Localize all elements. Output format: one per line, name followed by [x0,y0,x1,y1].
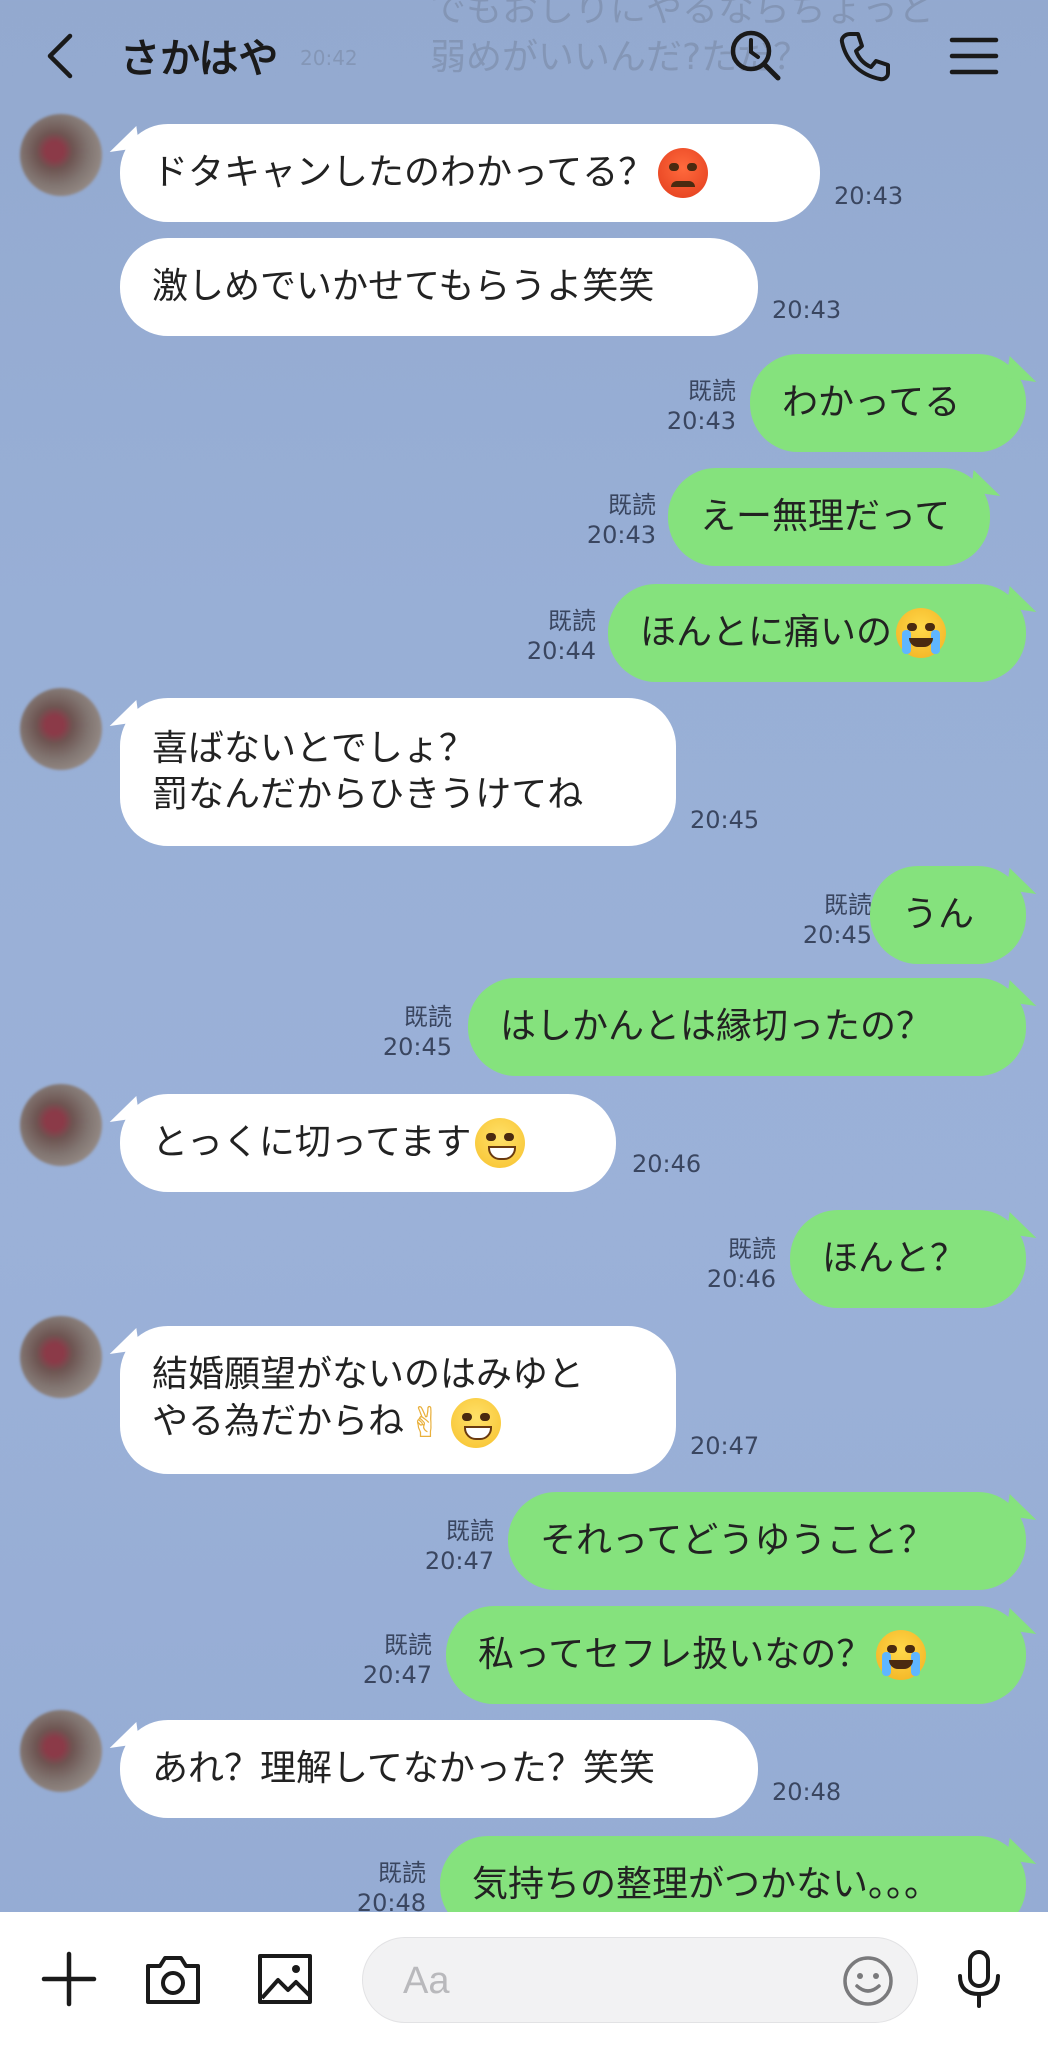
message-time: 20:45 [690,806,760,834]
chat-title: さかはや [120,36,279,82]
message-time: 20:43 [666,407,736,435]
outgoing-message[interactable]: 私ってセフレ扱いなの？ [446,1606,1026,1704]
message-time: 20:45 [802,921,872,949]
incoming-message[interactable]: 激しめでいかせてもらうよ笑笑 [120,238,758,336]
outgoing-message[interactable]: うん [870,866,1026,964]
message-meta: 既読 20:47 [398,1516,494,1576]
menu-button[interactable] [944,26,1004,86]
message-text: あれ？理解してなかった？笑笑 [152,1748,655,1789]
message-time: 20:43 [834,182,904,210]
message-input-box[interactable] [362,1937,918,2023]
voice-button[interactable] [948,1948,1010,2010]
add-button[interactable] [38,1948,100,2010]
plus-icon [41,1951,97,2007]
emoji-button[interactable] [841,1954,895,2008]
contact-avatar[interactable] [20,1084,102,1166]
message-text: えー無理だって [700,496,951,537]
message-input-bar [0,1912,1048,2048]
message-time: 20:43 [772,296,842,324]
phone-icon [839,32,890,82]
message-time: 20:43 [586,521,656,549]
contact-avatar[interactable] [20,1316,102,1398]
message-text-line2: やる為だからね [152,1401,405,1442]
outgoing-message[interactable]: ほんと？ [790,1210,1026,1308]
message-text-line1: 喜ばないとでしょ？ [152,728,475,769]
message-time: 20:45 [382,1033,452,1061]
message-text: 気持ちの整理がつかない。。。 [472,1864,941,1905]
grinning-face-icon [451,1398,502,1448]
message-time: 20:47 [424,1547,494,1575]
emoji-smiley-icon [843,1956,893,2006]
read-receipt: 既読 [378,1859,426,1887]
message-meta: 既読 20:46 [680,1234,776,1294]
message-meta: 既読 20:43 [640,376,736,436]
incoming-message[interactable]: ドタキャンしたのわかってる？ [120,124,820,222]
message-text: ドタキャンしたのわかってる？ [152,152,655,193]
back-button[interactable] [38,30,86,82]
incoming-message[interactable]: とっくに切ってます [120,1094,616,1192]
message-text: ほんと？ [822,1238,967,1279]
outgoing-message[interactable]: それってどうゆうこと？ [508,1492,1026,1590]
message-text: うん [902,894,975,935]
message-time: 20:46 [632,1150,702,1178]
incoming-message[interactable]: あれ？理解してなかった？笑笑 [120,1720,758,1818]
message-meta: 既読 20:43 [560,490,656,550]
message-time: 20:48 [772,1778,842,1806]
read-receipt: 既読 [384,1631,432,1659]
message-meta: 既読 20:44 [500,606,596,666]
grinning-face-icon [475,1118,526,1168]
chat-header: さかはや [0,0,1048,112]
hamburger-menu-icon [949,37,999,75]
camera-icon [146,1956,200,2004]
angry-face-icon [658,148,709,198]
outgoing-message[interactable]: はしかんとは縁切ったの？ [468,978,1026,1076]
message-text: ほんとに痛いの [640,612,893,653]
read-receipt: 既読 [404,1003,452,1031]
message-time: 20:47 [690,1432,760,1460]
message-text: 私ってセフレ扱いなの？ [478,1634,873,1675]
message-time: 20:44 [526,637,596,665]
outgoing-message[interactable]: わかってる [750,354,1026,452]
read-receipt: 既読 [728,1235,776,1263]
back-arrow-icon [47,33,73,79]
crying-face-icon [876,1630,927,1680]
contact-avatar[interactable] [20,114,102,196]
message-text: はしかんとは縁切ったの？ [500,1006,933,1047]
message-text-line2: 罰なんだからひきうけてね [152,774,584,815]
microphone-icon [958,1950,1000,2008]
search-button[interactable] [726,26,786,86]
search-icon [730,30,781,81]
message-time: 20:46 [706,1265,776,1293]
message-meta: 既読 20:48 [330,1858,426,1918]
read-receipt: 既読 [446,1517,494,1545]
message-text-line1: 結婚願望がないのはみゆと [152,1354,585,1395]
read-receipt: 既読 [608,491,656,519]
victory-hand-icon: ✌ [408,1398,444,1447]
image-icon [258,1954,312,2004]
camera-button[interactable] [142,1948,204,2010]
message-text: とっくに切ってます [152,1122,472,1163]
read-receipt: 既読 [824,891,872,919]
message-time: 20:47 [362,1661,432,1689]
outgoing-message[interactable]: えー無理だって [668,468,990,566]
crying-face-icon [896,608,947,658]
message-input[interactable] [401,1954,805,2008]
call-button[interactable] [834,26,894,86]
contact-avatar[interactable] [20,688,102,770]
message-text: わかってる [782,382,961,423]
message-meta: 既読 20:45 [356,1002,452,1062]
incoming-message[interactable]: 喜ばないとでしょ？ 罰なんだからひきうけてね [120,698,676,846]
message-text: 激しめでいかせてもらうよ笑笑 [152,266,655,307]
contact-avatar[interactable] [20,1710,102,1792]
incoming-message[interactable]: 結婚願望がないのはみゆと やる為だからね✌ [120,1326,676,1474]
photo-button[interactable] [254,1948,316,2010]
outgoing-message[interactable]: ほんとに痛いの [608,584,1026,682]
message-meta: 既読 20:45 [776,890,872,950]
message-text: それってどうゆうこと？ [540,1520,935,1561]
message-meta: 既読 20:47 [336,1630,432,1690]
read-receipt: 既読 [548,607,596,635]
message-text-line2-wrap: やる為だからね✌ [152,1398,502,1448]
read-receipt: 既読 [688,377,736,405]
